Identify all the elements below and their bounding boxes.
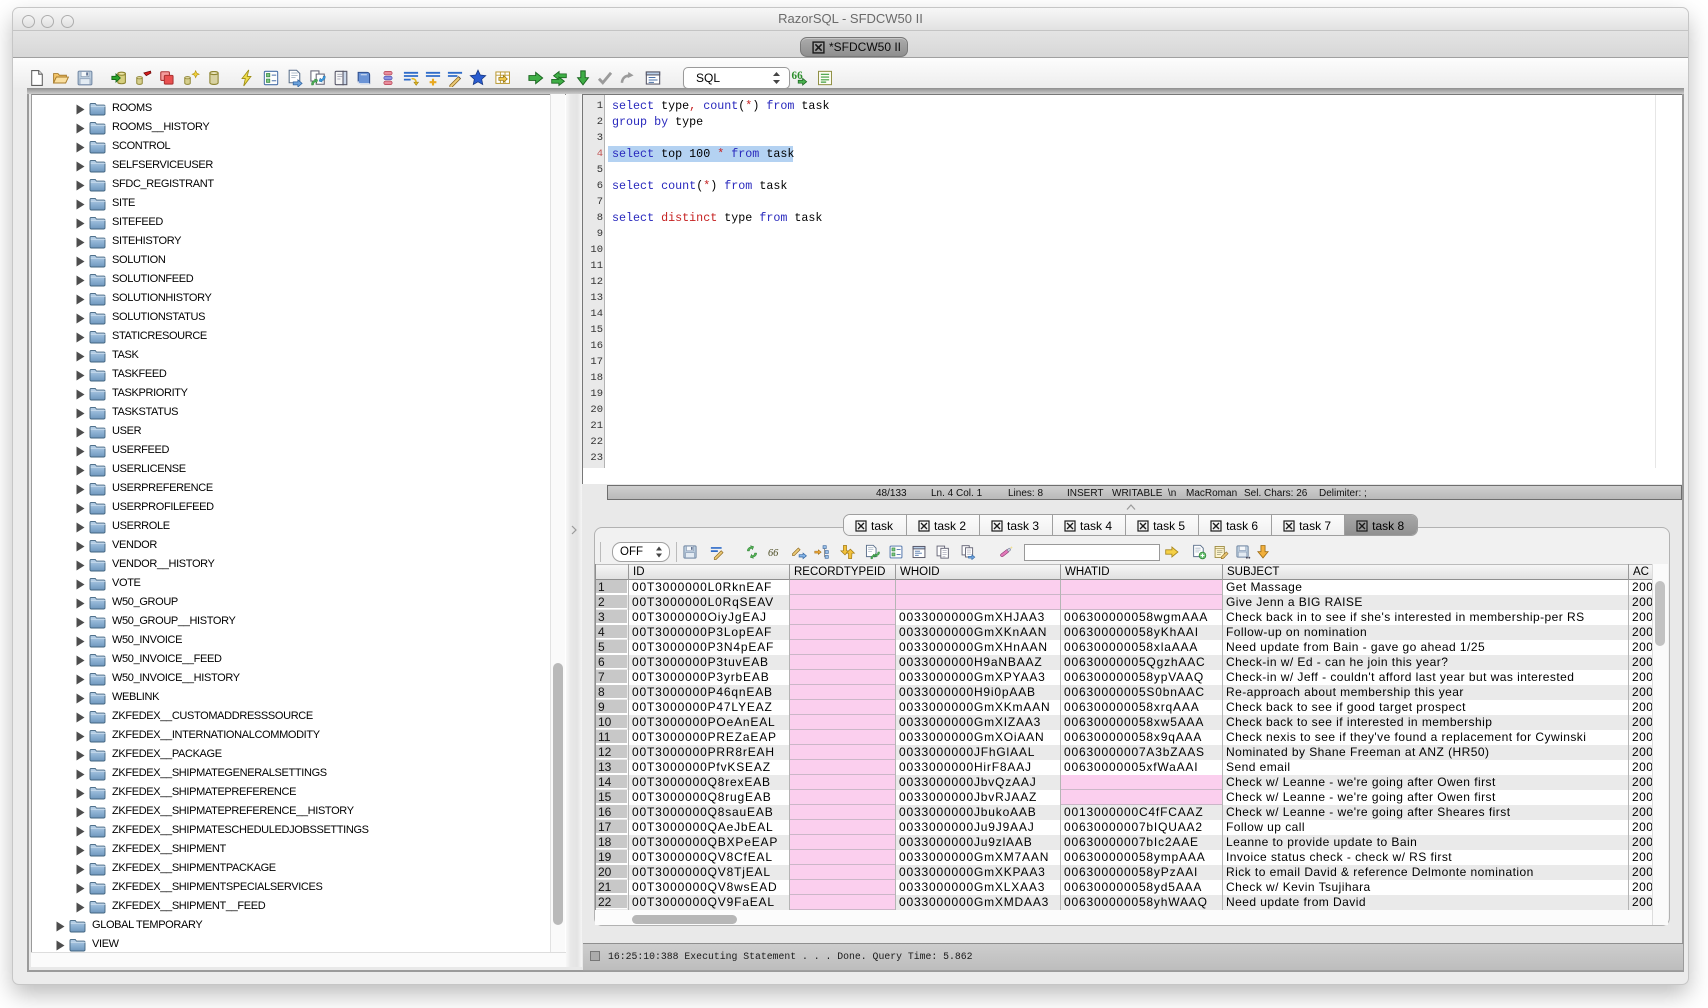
svg-text:66: 66	[768, 548, 779, 559]
